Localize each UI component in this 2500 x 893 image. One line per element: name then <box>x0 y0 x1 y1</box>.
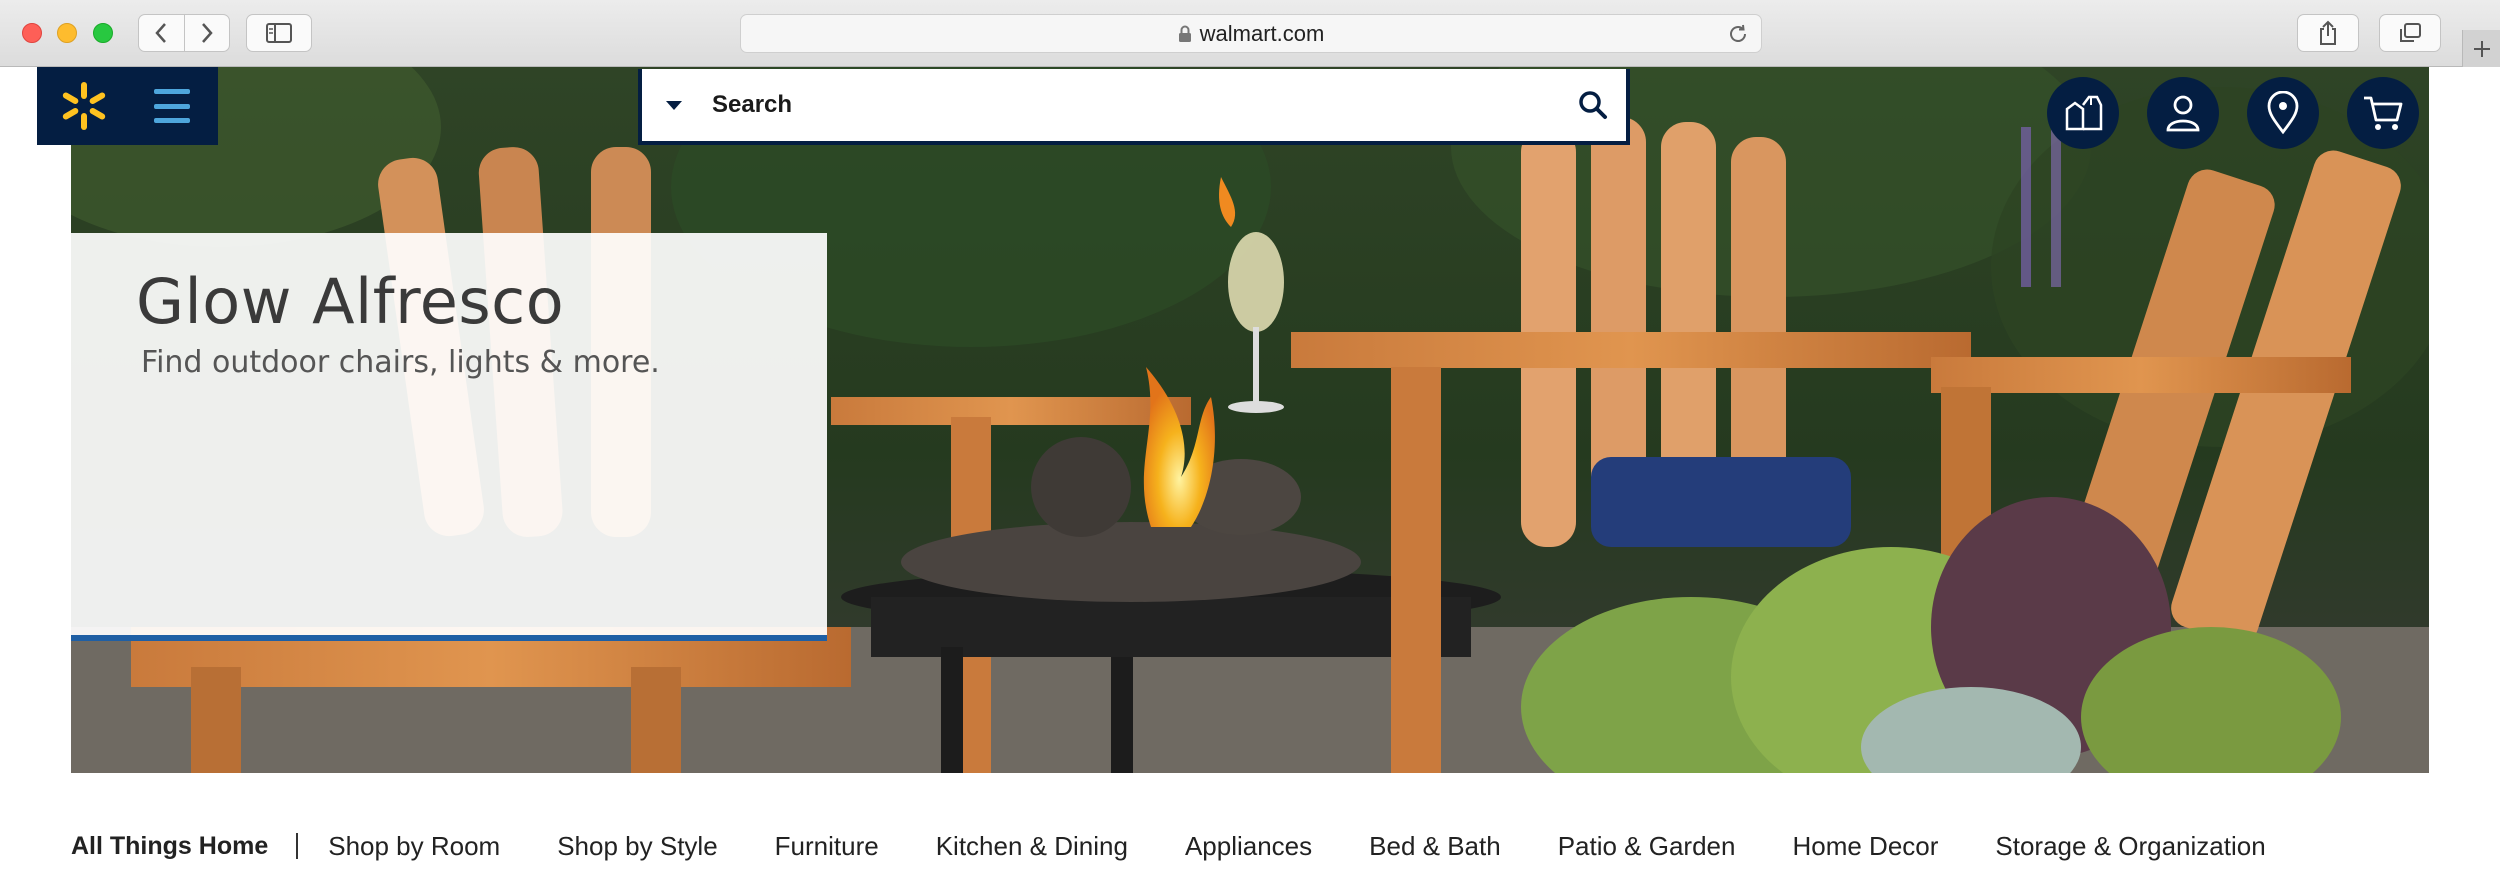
store-location-button[interactable] <box>2247 77 2319 149</box>
category-link-patio-garden[interactable]: Patio & Garden <box>1558 831 1736 862</box>
grocery-icon <box>2065 95 2103 131</box>
category-nav: All Things Home Shop by Room Shop by Sty… <box>71 826 2323 866</box>
promo-subtitle: Find outdoor chairs, lights & more. <box>141 345 660 380</box>
hamburger-menu-icon[interactable] <box>154 89 190 123</box>
promo-title: Glow Alfresco <box>136 265 565 338</box>
forward-button[interactable] <box>183 15 230 51</box>
promo-card[interactable]: Glow Alfresco Find outdoor chairs, light… <box>71 233 827 641</box>
chevron-left-icon <box>155 23 167 43</box>
chevron-right-icon <box>201 23 213 43</box>
walmart-spark-logo-icon[interactable] <box>57 79 111 133</box>
account-button[interactable] <box>2147 77 2219 149</box>
search-placeholder: Search <box>712 91 793 118</box>
category-nav-divider <box>296 833 299 859</box>
new-tab-button[interactable] <box>2462 30 2500 67</box>
category-link-shop-by-style[interactable]: Shop by Style <box>557 831 717 862</box>
category-nav-title[interactable]: All Things Home <box>71 832 268 861</box>
search-department-dropdown-icon[interactable] <box>666 101 682 110</box>
sidebar-icon <box>266 23 292 43</box>
search-input[interactable]: Search <box>638 69 1630 145</box>
store-location-icon <box>2267 91 2299 135</box>
search-icon[interactable] <box>1578 90 1608 120</box>
category-link-appliances[interactable]: Appliances <box>1185 831 1312 862</box>
url-text: walmart.com <box>1199 20 1325 46</box>
grocery-button[interactable] <box>2047 77 2119 149</box>
cart-icon <box>2364 96 2403 130</box>
account-icon <box>2166 95 2200 132</box>
browser-toolbar: walmart.com <box>0 0 2500 67</box>
category-link-home-decor[interactable]: Home Decor <box>1792 831 1938 862</box>
sidebar-toggle-button[interactable] <box>246 14 312 52</box>
category-link-furniture[interactable]: Furniture <box>775 831 879 862</box>
history-nav <box>138 14 230 52</box>
fullscreen-window-button[interactable] <box>93 23 113 43</box>
tabs-icon <box>2400 23 2421 42</box>
back-button[interactable] <box>139 15 184 51</box>
lock-icon <box>1178 25 1192 43</box>
minimize-window-button[interactable] <box>57 23 77 43</box>
close-window-button[interactable] <box>22 23 42 43</box>
category-link-shop-by-room[interactable]: Shop by Room <box>328 831 500 862</box>
address-bar[interactable]: walmart.com <box>740 14 1762 53</box>
share-icon <box>2320 20 2336 45</box>
plus-icon <box>2473 40 2490 57</box>
reload-icon[interactable] <box>1727 23 1749 50</box>
category-link-storage-organization[interactable]: Storage & Organization <box>1995 831 2265 862</box>
category-link-bed-bath[interactable]: Bed & Bath <box>1369 831 1501 862</box>
share-button[interactable] <box>2297 14 2359 52</box>
category-link-kitchen-dining[interactable]: Kitchen & Dining <box>936 831 1128 862</box>
cart-button[interactable] <box>2347 77 2419 149</box>
show-tabs-button[interactable] <box>2379 14 2441 52</box>
walmart-logo-bar <box>37 67 218 145</box>
